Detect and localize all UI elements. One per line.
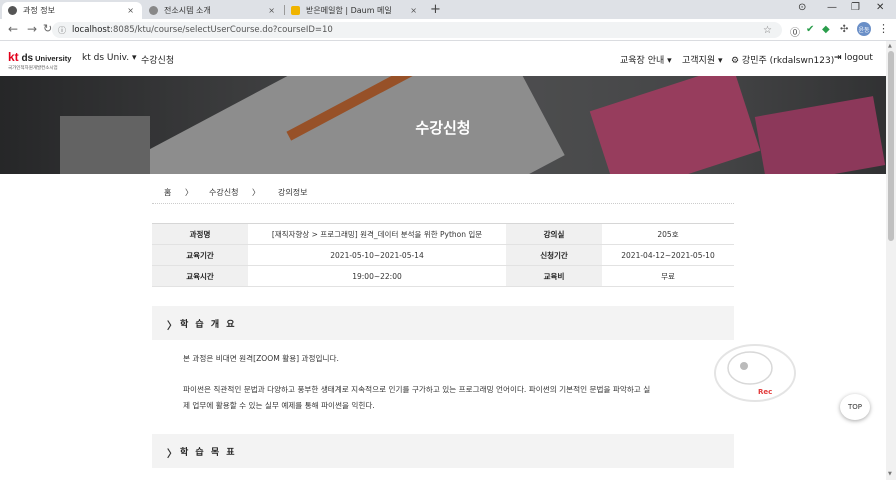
- table-row: 교육기간 2021-05-10~2021-05-14 신청기간 2021-04-…: [152, 244, 734, 266]
- label-course-name: 과정명: [152, 223, 248, 245]
- scroll-to-top-button[interactable]: TOP: [840, 394, 870, 420]
- browser-toolbar: ← → ↻ ⓘ localhost:8085/ktu/course/select…: [0, 19, 896, 41]
- logo-ds: ds: [18, 53, 34, 64]
- nav-customer-support[interactable]: 고객지원 ▾: [682, 53, 723, 66]
- label-application-period: 신청기간: [506, 244, 602, 266]
- site-header: kt ds University 국가인적자원개발컨소시엄 kt ds Univ.…: [0, 41, 886, 76]
- logo-university: University: [35, 54, 72, 63]
- hero-banner: 수강신청: [0, 76, 886, 174]
- new-tab-button[interactable]: +: [430, 2, 441, 17]
- tab-favicon-icon: [149, 6, 158, 15]
- url-host: localhost: [72, 25, 111, 35]
- rec-label: Rec: [758, 388, 773, 396]
- info-icon[interactable]: ⓘ: [58, 25, 66, 36]
- logo-subtitle: 국가인적자원개발컨소시엄: [8, 66, 58, 71]
- breadcrumb: 홈 〉 수강신청 〉 강의정보: [152, 182, 734, 204]
- brand-menu-dropdown[interactable]: kt ds Univ. ▾: [82, 53, 137, 63]
- extension-v-icon[interactable]: ✔: [806, 24, 814, 35]
- address-bar[interactable]: ⓘ localhost:8085/ktu/course/selectUserCo…: [52, 22, 782, 38]
- scroll-down-icon[interactable]: ▼: [888, 471, 892, 477]
- tab-favicon-icon: [8, 6, 17, 15]
- section-overview-header[interactable]: 〉 학 습 개 요: [152, 306, 734, 340]
- logout-label: logout: [844, 53, 873, 63]
- nav-education-center[interactable]: 교육장 안내 ▾: [620, 53, 672, 66]
- browser-tab-course-info[interactable]: 과정 정보 ×: [2, 2, 142, 19]
- mail-favicon-icon: [291, 6, 300, 15]
- tab-close-icon[interactable]: ×: [410, 6, 417, 15]
- page-scrollbar[interactable]: ▲ ▼: [886, 41, 896, 480]
- value-education-time: 19:00~22:00: [248, 265, 506, 287]
- breadcrumb-home[interactable]: 홈: [164, 187, 171, 198]
- tab-title: 받은메일함 | Daum 메일: [306, 6, 392, 15]
- overview-paragraph-1: 본 과정은 비대면 원격[ZOOM 활용] 과정입니다.: [183, 354, 339, 363]
- chevron-right-icon: 〉: [167, 321, 177, 332]
- table-row: 과정명 [재직자향상 > 프로그래밍] 원격_데이터 분석을 위한 Python…: [152, 223, 734, 245]
- extension-leaf-icon[interactable]: ◆: [822, 24, 830, 35]
- course-info-table: 과정명 [재직자향상 > 프로그래밍] 원격_데이터 분석을 위한 Python…: [152, 223, 734, 287]
- chevron-right-icon: 〉: [167, 449, 177, 460]
- tab-title: 과정 정보: [23, 6, 55, 15]
- value-classroom: 205호: [602, 223, 734, 245]
- tab-close-icon[interactable]: ×: [127, 6, 134, 15]
- breadcrumb-separator: 〉: [185, 188, 193, 197]
- label-education-time: 교육시간: [152, 265, 248, 287]
- scrollbar-thumb[interactable]: [888, 51, 894, 241]
- extensions-puzzle-icon[interactable]: ✣: [840, 24, 848, 35]
- section-goal-title: 학 습 목 표: [180, 448, 237, 458]
- browser-tab-system-intro[interactable]: 전소시템 소개 ×: [143, 2, 283, 19]
- section-overview-title: 학 습 개 요: [180, 320, 237, 330]
- logout-link[interactable]: ⇥ logout: [834, 53, 873, 63]
- ktds-university-logo[interactable]: kt ds University 국가인적자원개발컨소시엄: [8, 50, 71, 71]
- user-menu[interactable]: ⚙ 강민주 (rkdalswn123): [731, 53, 834, 66]
- label-education-period: 교육기간: [152, 244, 248, 266]
- profile-avatar[interactable]: 윤동: [857, 22, 871, 36]
- value-education-period: 2021-05-10~2021-05-14: [248, 244, 506, 266]
- tab-close-icon[interactable]: ×: [268, 6, 275, 15]
- recording-swirl-icon: [714, 344, 796, 402]
- url-path: :8085/ktu/course/selectUserCourse.do?cou…: [110, 25, 333, 35]
- scroll-up-icon[interactable]: ▲: [888, 43, 892, 49]
- browser-tab-daum-mail[interactable]: 받은메일함 | Daum 메일 ×: [285, 2, 425, 19]
- maximize-icon[interactable]: ❐: [851, 2, 860, 13]
- breadcrumb-separator: 〉: [252, 188, 260, 197]
- browser-tabstrip: 과정 정보 × 전소시템 소개 × 받은메일함 | Daum 메일 × + ⊙ …: [0, 0, 896, 19]
- close-window-icon[interactable]: ✕: [876, 2, 884, 13]
- bookmark-star-icon[interactable]: ☆: [763, 25, 772, 36]
- value-course-name: [재직자향상 > 프로그래밍] 원격_데이터 분석을 위한 Python 입문: [248, 223, 506, 245]
- back-button-icon[interactable]: ←: [8, 22, 18, 36]
- table-row: 교육시간 19:00~22:00 교육비 무료: [152, 265, 734, 287]
- forward-button-icon[interactable]: →: [27, 22, 37, 36]
- tab-title: 전소시템 소개: [164, 6, 211, 15]
- logo-kt: kt: [8, 50, 19, 64]
- profile-indicator-icon[interactable]: ⊙: [798, 2, 806, 13]
- value-tuition: 무료: [602, 265, 734, 287]
- minimize-icon[interactable]: —: [827, 2, 837, 13]
- breadcrumb-enrollment[interactable]: 수강신청: [209, 187, 238, 198]
- recording-widget[interactable]: Rec: [700, 328, 840, 438]
- label-classroom: 강의실: [506, 223, 602, 245]
- label-tuition: 교육비: [506, 265, 602, 287]
- browser-menu-icon[interactable]: ⋮: [878, 22, 889, 35]
- logout-icon: ⇥: [834, 53, 842, 63]
- value-application-period: 2021-04-12~2021-05-10: [602, 244, 734, 266]
- section-goal-header[interactable]: 〉 학 습 목 표: [152, 434, 734, 468]
- reload-button-icon[interactable]: ↻: [43, 22, 52, 35]
- overview-paragraph-2-line-2: 제 업무에 활용할 수 있는 실무 예제를 통해 파이썬을 익힌다.: [183, 401, 375, 410]
- overview-paragraph-2-line-1: 파이썬은 직관적인 문법과 다양하고 풍부한 생태계로 지속적으로 인기를 구가…: [183, 385, 651, 394]
- page-title: 수강신청: [415, 119, 471, 137]
- breadcrumb-course-info: 강의정보: [278, 188, 308, 197]
- page-link-enrollment[interactable]: 수강신청: [141, 53, 174, 66]
- extension-m-icon[interactable]: ⓪: [790, 24, 800, 39]
